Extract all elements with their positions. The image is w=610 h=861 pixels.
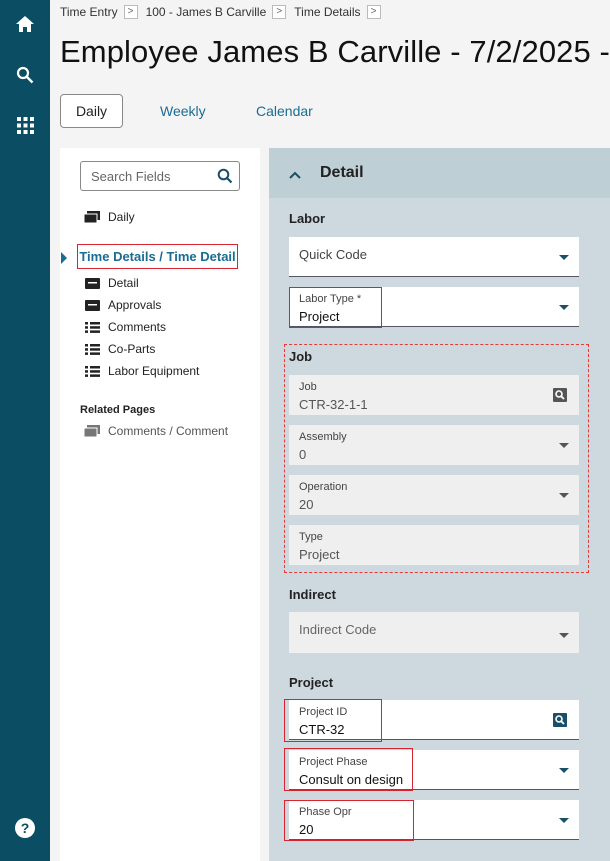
card-icon: [84, 277, 100, 289]
field-value: 20: [299, 497, 314, 512]
caret-down-icon[interactable]: [559, 255, 569, 260]
nav-item-label: Co-Parts: [108, 342, 156, 356]
chevron-right-icon[interactable]: >: [123, 5, 138, 19]
assembly-field: Assembly 0: [289, 425, 579, 465]
project-id-field[interactable]: Project ID CTR-32: [289, 700, 579, 740]
help-icon[interactable]: ?: [15, 818, 35, 838]
tab-daily[interactable]: Daily: [60, 94, 123, 128]
field-value: 0: [299, 447, 307, 462]
quick-code-select[interactable]: Quick Code: [289, 237, 579, 277]
field-value: CTR-32: [299, 722, 345, 737]
project-heading: Project: [289, 675, 334, 690]
caret-down-icon[interactable]: [559, 768, 569, 773]
related-pages-heading: Related Pages: [80, 404, 156, 416]
nav-item-co-parts[interactable]: Co-Parts: [84, 342, 155, 356]
nav-item-comments-comment[interactable]: Comments / Comment: [84, 424, 228, 438]
lookup-search-icon[interactable]: [553, 713, 567, 732]
operation-field: Operation 20: [289, 475, 579, 515]
caret-down-icon: [559, 493, 569, 498]
labor-heading: Labor: [289, 211, 326, 226]
card-icon: [84, 299, 100, 311]
list-icon: [84, 343, 100, 355]
indirect-heading: Indirect: [289, 587, 336, 602]
nav-item-daily[interactable]: Daily: [84, 210, 135, 224]
labor-type-select[interactable]: Labor Type * Project: [289, 287, 579, 327]
caret-down-icon[interactable]: [559, 305, 569, 310]
caret-down-icon: [559, 633, 569, 638]
field-label: Phase Opr: [299, 806, 352, 818]
detail-section-header[interactable]: Detail: [269, 148, 610, 198]
detail-title: Detail: [320, 164, 364, 181]
field-label: Project ID: [299, 706, 348, 718]
active-caret-icon: [61, 252, 67, 264]
lookup-search-icon[interactable]: [553, 388, 567, 407]
field-placeholder: Indirect Code: [299, 622, 377, 637]
field-value: 20: [299, 822, 314, 837]
field-label: Assembly: [299, 431, 347, 443]
nav-item-detail[interactable]: Detail: [84, 276, 139, 290]
app-rail: ?: [0, 0, 50, 861]
nav-item-labor-equipment[interactable]: Labor Equipment: [84, 364, 199, 378]
field-navigation-panel: Daily Time Details / Time Detail Detail …: [60, 148, 260, 861]
field-value: Consult on design: [299, 772, 404, 787]
list-icon: [84, 321, 100, 333]
field-value: Project: [299, 309, 340, 324]
type-field: Type Project: [289, 525, 579, 565]
breadcrumb-time-details[interactable]: Time Details: [294, 5, 360, 19]
job-heading: Job: [289, 349, 313, 364]
phase-opr-select[interactable]: Phase Opr 20: [289, 800, 579, 840]
nav-item-approvals[interactable]: Approvals: [84, 298, 161, 312]
nav-item-time-details[interactable]: Time Details / Time Detail: [77, 244, 238, 269]
chevron-up-icon[interactable]: [289, 166, 301, 184]
list-icon: [84, 365, 100, 377]
field-value: CTR-32-1-1: [299, 397, 368, 412]
caret-down-icon: [559, 443, 569, 448]
indirect-code-field: Indirect Code: [289, 612, 579, 653]
field-value: Project: [299, 547, 340, 562]
tab-calendar[interactable]: Calendar: [256, 103, 313, 119]
tab-weekly[interactable]: Weekly: [160, 103, 206, 119]
job-field: Job CTR-32-1-1: [289, 375, 579, 415]
nav-item-label: Comments / Comment: [108, 424, 229, 438]
field-placeholder: Quick Code: [299, 247, 367, 262]
detail-panel: Detail Labor Quick Code Labor Type * Pro…: [269, 148, 610, 861]
apps-grid-icon[interactable]: [0, 105, 50, 145]
chevron-right-icon[interactable]: >: [366, 5, 381, 19]
nav-item-label: Comments: [108, 320, 167, 334]
field-label: Operation: [299, 481, 348, 493]
field-label: Project Phase: [299, 756, 368, 768]
breadcrumb-employee[interactable]: 100 - James B Carville: [146, 5, 267, 19]
field-label: Job: [299, 381, 317, 393]
nav-item-label: Labor Equipment: [108, 364, 200, 378]
stack-icon: [84, 425, 100, 437]
search-icon[interactable]: [217, 168, 233, 189]
nav-item-label: Daily: [108, 210, 135, 224]
project-phase-select[interactable]: Project Phase Consult on design: [289, 750, 579, 790]
field-label: Type: [299, 531, 323, 543]
page-title: Employee James B Carville - 7/2/2025 -: [60, 34, 610, 69]
search-fields-input[interactable]: [81, 168, 213, 184]
search-fields-box[interactable]: [80, 161, 240, 191]
home-icon[interactable]: [0, 4, 50, 44]
breadcrumb: Time Entry > 100 - James B Carville > Ti…: [60, 3, 389, 21]
nav-item-label: Approvals: [108, 298, 162, 312]
stack-icon: [84, 211, 100, 223]
chevron-right-icon[interactable]: >: [272, 5, 287, 19]
search-icon[interactable]: [0, 55, 50, 95]
nav-item-label: Detail: [108, 276, 139, 290]
field-label: Labor Type *: [299, 293, 362, 305]
caret-down-icon[interactable]: [559, 818, 569, 823]
nav-item-comments[interactable]: Comments: [84, 320, 166, 334]
breadcrumb-time-entry[interactable]: Time Entry: [60, 5, 118, 19]
